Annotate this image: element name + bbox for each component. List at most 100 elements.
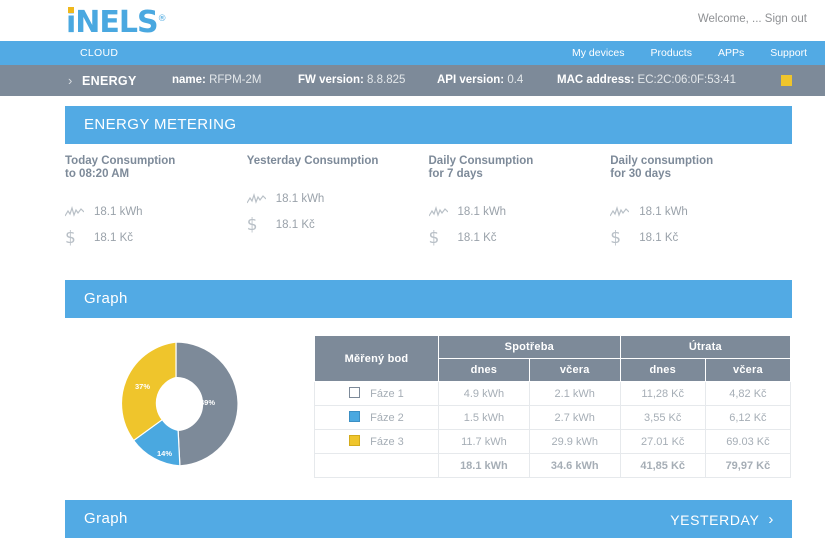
header-group-consumption: Spotřeba <box>438 335 621 359</box>
fw-version-label: FW version: <box>298 74 364 86</box>
cell-consumption-today: 4.9 kWh <box>438 381 530 406</box>
inels-logo[interactable]: iNELS® <box>66 2 167 40</box>
chevron-right-icon: › <box>768 511 774 528</box>
table-total-row: Celkový odběr 18.1 kWh 34.6 kWh 41,85 Kč… <box>314 453 792 478</box>
card-title: Yesterday Consumption <box>246 155 379 167</box>
api-version-field: API version: 0.4 <box>437 74 523 86</box>
total-spend-yesterday: 79,97 Kč <box>704 453 792 478</box>
nav-item-products[interactable]: Products <box>651 47 692 59</box>
cloud-label[interactable]: CLOUD <box>80 47 118 59</box>
cell-consumption-yesterday: 2.1 kWh <box>528 381 621 406</box>
cell-spend-today: 27.01 Kč <box>619 429 706 454</box>
row-measured-point[interactable]: Fáze 1 <box>314 381 439 406</box>
nav-links: My devices Products APPs Support <box>572 47 807 59</box>
graph-panel-header-top: Graph <box>65 280 792 318</box>
dollar-icon: $ <box>246 214 258 235</box>
header-spend-today: dnes <box>619 358 706 382</box>
card-title: Daily Consumption for 7 days <box>428 155 534 180</box>
header-group-spend: Útrata <box>619 335 792 359</box>
welcome-text: Welcome, ... <box>697 13 762 25</box>
header-consumption-yesterday: včera <box>528 358 621 382</box>
donut-label-phase3: 37% <box>135 382 151 391</box>
metering-table: Měřený bod Spotřeba Útrata dnes včera dn… <box>314 335 792 478</box>
table-header-row-groups: Měřený bod Spotřeba Útrata <box>314 335 792 382</box>
line-chart-icon <box>65 206 85 218</box>
card-energy-row: 18.1 kWh <box>65 199 247 225</box>
card-energy-value: 18.1 kWh <box>275 193 325 205</box>
card-price-row: $ 18.1 Kč <box>247 212 429 238</box>
cell-spend-today: 3,55 Kč <box>619 405 706 430</box>
checkbox-icon[interactable] <box>349 435 361 446</box>
mac-address-value: EC:2C:06:0F:53:41 <box>637 74 736 86</box>
card-today-consumption: Today Consumption to 08:20 AM 18.1 kWh $… <box>65 155 247 251</box>
table-row[interactable]: Fáze 1 4.9 kWh 2.1 kWh 11,28 Kč 4,82 Kč <box>314 381 792 406</box>
yesterday-nav-button[interactable]: YESTERDAY › <box>670 511 774 528</box>
card-price-value: 18.1 Kč <box>457 232 497 244</box>
graph-panel-header-bottom: Graph YESTERDAY › <box>65 500 792 538</box>
header-measured-point: Měřený bod <box>314 335 439 382</box>
mac-address-label: MAC address: <box>557 74 635 86</box>
nav-item-support[interactable]: Support <box>770 47 807 59</box>
mac-address-field: MAC address: EC:2C:06:0F:53:41 <box>557 74 736 86</box>
card-daily-consumption-7-days: Daily Consumption for 7 days 18.1 kWh $ … <box>428 155 611 251</box>
total-label: Celkový odběr <box>314 453 439 478</box>
row-measured-point[interactable]: Fáze 3 <box>314 429 439 454</box>
fw-version-value: 8.8.825 <box>367 74 406 86</box>
card-energy-row: 18.1 kWh <box>610 199 792 225</box>
row-name: Fáze 2 <box>370 412 404 424</box>
card-energy-value: 18.1 kWh <box>639 206 688 218</box>
row-measured-point[interactable]: Fáze 2 <box>314 405 439 430</box>
dollar-icon: $ <box>610 227 622 248</box>
fw-version-field: FW version: 8.8.825 <box>298 74 405 86</box>
card-energy-value: 18.1 kWh <box>457 206 507 218</box>
graph-content-row: 49% 37% 14% Měřený bod Spotřeba Útrata d… <box>65 332 792 482</box>
cloud-navbar: CLOUD My devices Products APPs Support <box>0 41 825 65</box>
card-energy-row: 18.1 kWh <box>246 186 429 212</box>
nav-item-my-devices[interactable]: My devices <box>572 47 625 59</box>
yesterday-label: YESTERDAY <box>670 511 760 528</box>
cell-consumption-yesterday: 2.7 kWh <box>528 405 621 430</box>
sign-out-link[interactable]: Sign out <box>765 13 807 25</box>
welcome-area: Welcome, ... Sign out <box>698 13 807 25</box>
card-daily-consumption-30-days: Daily consumption for 30 days 18.1 kWh $… <box>610 155 792 251</box>
card-price-value: 18.1 Kč <box>639 232 679 244</box>
table-row[interactable]: Fáze 2 1.5 kWh 2.7 kWh 3,55 Kč 6,12 Kč <box>314 405 792 430</box>
logo-registered-mark: ® <box>157 14 167 24</box>
card-yesterday-consumption: Yesterday Consumption 18.1 kWh $ 18.1 Kč <box>246 155 429 251</box>
card-price-value: 18.1 Kč <box>94 232 133 244</box>
device-name-value: RFPM-2M <box>209 74 262 86</box>
card-price-row: $ 18.1 Kč <box>429 225 611 251</box>
checkbox-icon[interactable] <box>349 411 361 422</box>
chevron-right-icon[interactable]: › <box>68 73 72 88</box>
cell-consumption-today: 11.7 kWh <box>438 429 530 454</box>
top-header: iNELS® Welcome, ... Sign out <box>0 0 825 41</box>
dollar-icon: $ <box>428 227 440 248</box>
nav-item-apps[interactable]: APPs <box>718 47 744 59</box>
line-chart-icon <box>428 206 449 218</box>
energy-metering-panel-header: ENERGY METERING <box>65 106 792 144</box>
logo-text: iNELS <box>66 5 159 40</box>
card-price-row: $ 18.1 Kč <box>610 225 792 251</box>
api-version-value: 0.4 <box>507 74 524 86</box>
total-consumption-yesterday: 34.6 kWh <box>528 453 621 478</box>
card-energy-value: 18.1 kWh <box>94 206 143 218</box>
device-name-field: name: RFPM-2M <box>172 74 261 86</box>
energy-metering-title: ENERGY METERING <box>84 116 237 133</box>
graph-title-bottom: Graph <box>84 510 128 527</box>
donut-chart: 49% 37% 14% <box>108 336 244 472</box>
line-chart-icon <box>246 193 267 205</box>
cell-spend-today: 11,28 Kč <box>619 381 706 406</box>
energy-device-bar: › ENERGY name: RFPM-2M FW version: 8.8.8… <box>0 65 825 96</box>
cell-consumption-yesterday: 29.9 kWh <box>528 429 621 454</box>
card-title: Daily consumption for 30 days <box>610 155 714 180</box>
row-name: Fáze 1 <box>370 388 404 400</box>
cell-spend-yesterday: 6,12 Kč <box>704 405 792 430</box>
card-price-row: $ 18.1 Kč <box>65 225 247 251</box>
table-row[interactable]: Fáze 3 11.7 kWh 29.9 kWh 27.01 Kč 69.03 … <box>314 429 792 454</box>
device-name-label: name: <box>172 74 206 86</box>
line-chart-icon <box>610 206 630 218</box>
checkbox-icon[interactable] <box>349 387 361 398</box>
card-price-value: 18.1 Kč <box>275 219 315 231</box>
cell-consumption-today: 1.5 kWh <box>438 405 530 430</box>
row-name: Fáze 3 <box>370 436 404 448</box>
